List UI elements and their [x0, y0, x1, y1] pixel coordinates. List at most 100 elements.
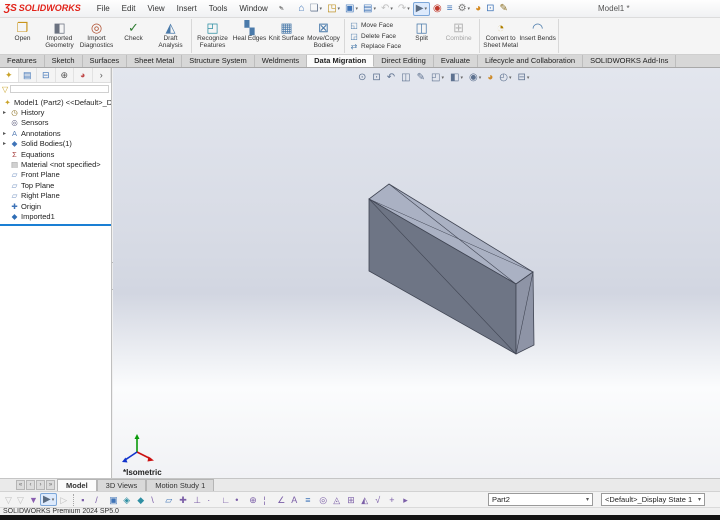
edit-appearance-icon[interactable]: ◕▾ — [473, 2, 483, 16]
tab-sheet-metal[interactable]: Sheet Metal — [127, 55, 182, 67]
menu-view[interactable]: View — [141, 0, 170, 18]
filter-sketch-segments-icon[interactable]: ∟ — [219, 494, 231, 506]
tree-item-imported1[interactable]: ▸ ◆ Imported1 — [0, 211, 111, 221]
filter-balloons-icon[interactable]: ◎ — [317, 494, 329, 506]
tab-sketch[interactable]: Sketch — [45, 55, 83, 67]
model-tab[interactable]: Model — [57, 479, 97, 491]
redo-icon[interactable]: ↷▾ — [396, 2, 412, 16]
configurationmanager-tab[interactable]: ⊟ — [37, 68, 56, 82]
undo-icon[interactable]: ↶▾ — [379, 2, 395, 16]
replace-face-button[interactable]: ⇄Replace Face — [349, 41, 401, 52]
graphics-viewport[interactable]: ⊙▾⊡▾↶▾◫▾✎▾◰▾◧▾◉▾◕▾◴▾⊟▾ *Isometric — [113, 68, 720, 478]
filter-routing-points-icon[interactable]: ▸ — [401, 494, 413, 506]
filter-vertices-icon[interactable]: ▪ — [79, 494, 91, 506]
display-state-combobox[interactable]: <Default>_Display State 1 ▾ — [601, 493, 705, 506]
check-button[interactable]: ✓Check — [115, 19, 152, 53]
filter-axes-icon[interactable]: \ — [149, 494, 161, 506]
dimxpertmanager-tab[interactable]: ⊕ — [56, 68, 75, 82]
featuremanager-tab[interactable]: ✦ — [0, 68, 19, 82]
select-arrow-icon[interactable]: ▶▾ — [413, 2, 430, 16]
filter-midpoints-icon[interactable]: • — [233, 494, 245, 506]
next-tab-button[interactable]: › — [36, 480, 45, 490]
tree-item-origin[interactable]: ▸ ✚ Origin — [0, 201, 111, 211]
tree-item-sensors[interactable]: ▸ ◎ Sensors — [0, 118, 111, 128]
filter-centerlines-icon[interactable]: ¦ — [261, 494, 273, 506]
first-tab-button[interactable]: « — [16, 480, 25, 490]
tree-item-equations[interactable]: ▸ Σ Equations — [0, 149, 111, 159]
knit-surface-button[interactable]: ▦Knit Surface — [268, 19, 305, 53]
tree-root-model1[interactable]: ✦ Model1 (Part2) <<Default>_Display St — [0, 97, 111, 107]
tab-solidworks-add-ins[interactable]: SOLIDWORKS Add-Ins — [583, 55, 676, 67]
new-document-icon[interactable]: ❏▾ — [308, 2, 324, 16]
filter-notes-icon[interactable]: ≡ — [303, 494, 315, 506]
filter-sketch-points-icon[interactable]: · — [205, 494, 217, 506]
part-combobox[interactable]: Part2 ▾ — [488, 493, 593, 506]
filter-annotations-icon[interactable]: A — [289, 494, 301, 506]
filter-solid-bodies-icon[interactable]: ◆ — [135, 494, 147, 506]
imported-geometry-button[interactable]: ◧Imported Geometry — [41, 19, 78, 53]
filter-origins-icon[interactable]: ✚ — [177, 494, 189, 506]
filter-surface-finish-icon[interactable]: √ — [373, 494, 385, 506]
heal-edges-button[interactable]: ▚Heal Edges — [231, 19, 268, 53]
menu-window[interactable]: Window — [233, 0, 273, 18]
filter-datums-icon[interactable]: ◭ — [359, 494, 371, 506]
filter-funnel-icon[interactable]: ▼ — [27, 494, 39, 506]
filter-edges-icon[interactable]: / — [93, 494, 105, 506]
tab-lifecycle-and-collaboration[interactable]: Lifecycle and Collaboration — [478, 55, 583, 67]
expand-arrow-icon[interactable]: ▸ — [3, 130, 10, 137]
expand-arrow-icon[interactable]: ▸ — [3, 140, 10, 147]
lasso-select-icon[interactable]: ▷ — [58, 494, 70, 506]
open-icon[interactable]: ◳▾ — [325, 2, 342, 16]
tree-item-right-plane[interactable]: ▸ ▱ Right Plane — [0, 191, 111, 201]
tab-data-migration[interactable]: Data Migration — [307, 55, 374, 67]
print-icon[interactable]: ▤▾ — [361, 2, 378, 16]
move-face-button[interactable]: ◱Move Face — [349, 20, 401, 31]
file-properties-icon[interactable]: ≡▾ — [445, 2, 455, 16]
open-button[interactable]: ❐Open — [4, 19, 41, 53]
tree-item-annotations[interactable]: ▸ A Annotations — [0, 128, 111, 138]
filter-coordinate-systems-icon[interactable]: ⊥ — [191, 494, 203, 506]
tree-item-history[interactable]: ▸ ◷ History — [0, 107, 111, 117]
expand-panel-tabs-button[interactable]: › — [93, 68, 112, 82]
snapshot-icon[interactable]: ⊡▾ — [484, 2, 496, 16]
home-icon[interactable]: ⌂▾ — [297, 2, 307, 16]
tab-direct-editing[interactable]: Direct Editing — [374, 55, 434, 67]
motion-study-tab[interactable]: Motion Study 1 — [146, 479, 214, 491]
move-copy-bodies-button[interactable]: ⊠Move/Copy Bodies — [305, 19, 342, 53]
menu-insert[interactable]: Insert — [171, 0, 203, 18]
filter-weld-symbols-icon[interactable]: ◬ — [331, 494, 343, 506]
pin-menu-icon[interactable]: ✒ — [276, 3, 287, 14]
options-gear-icon[interactable]: ⚙▾ — [456, 2, 472, 16]
rollback-bar[interactable] — [0, 224, 111, 226]
menu-tools[interactable]: Tools — [203, 0, 234, 18]
menu-edit[interactable]: Edit — [116, 0, 142, 18]
tab-structure-system[interactable]: Structure System — [182, 55, 255, 67]
rebuild-traffic-light-icon[interactable]: ◉▾ — [431, 2, 444, 16]
filter-gtol-icon[interactable]: ⊞ — [345, 494, 357, 506]
split-button[interactable]: ◫Split — [403, 19, 440, 53]
expand-arrow-icon[interactable]: ▸ — [3, 109, 10, 116]
draft-analysis-button[interactable]: ◭Draft Analysis — [152, 19, 189, 53]
displaymanager-tab[interactable]: ◕ — [74, 68, 93, 82]
filter-faces-icon[interactable]: ▣ — [107, 494, 119, 506]
three-d-views-tab[interactable]: 3D Views — [97, 479, 147, 491]
save-icon[interactable]: ▣▾ — [343, 2, 360, 16]
import-diagnostics-button[interactable]: ◎Import Diagnostics — [78, 19, 115, 53]
filter-planes-icon[interactable]: ▱ — [163, 494, 175, 506]
tree-item-material[interactable]: ▸ ▤ Material <not specified> — [0, 159, 111, 169]
tab-surfaces[interactable]: Surfaces — [83, 55, 128, 67]
tree-item-top-plane[interactable]: ▸ ▱ Top Plane — [0, 180, 111, 190]
filter-surface-bodies-icon[interactable]: ◈ — [121, 494, 133, 506]
filter-toggle-icon[interactable]: ▽ — [3, 494, 15, 506]
convert-to-sheet-metal-button[interactable]: ◔Convert to Sheet Metal — [482, 19, 519, 53]
propertymanager-tab[interactable]: ▤ — [19, 68, 38, 82]
tab-weldments[interactable]: Weldments — [255, 55, 307, 67]
tab-features[interactable]: Features — [0, 55, 45, 67]
combine-button[interactable]: ⊞Combine — [440, 19, 477, 53]
edit-sketch-icon[interactable]: ✎▾ — [498, 2, 510, 16]
filter-dimensions-icon[interactable]: ∠ — [275, 494, 287, 506]
tab-evaluate[interactable]: Evaluate — [434, 55, 478, 67]
clear-all-filters-icon[interactable]: ▽ — [15, 494, 27, 506]
tree-filter-input[interactable] — [10, 85, 109, 93]
filter-connection-points-icon[interactable]: + — [387, 494, 399, 506]
